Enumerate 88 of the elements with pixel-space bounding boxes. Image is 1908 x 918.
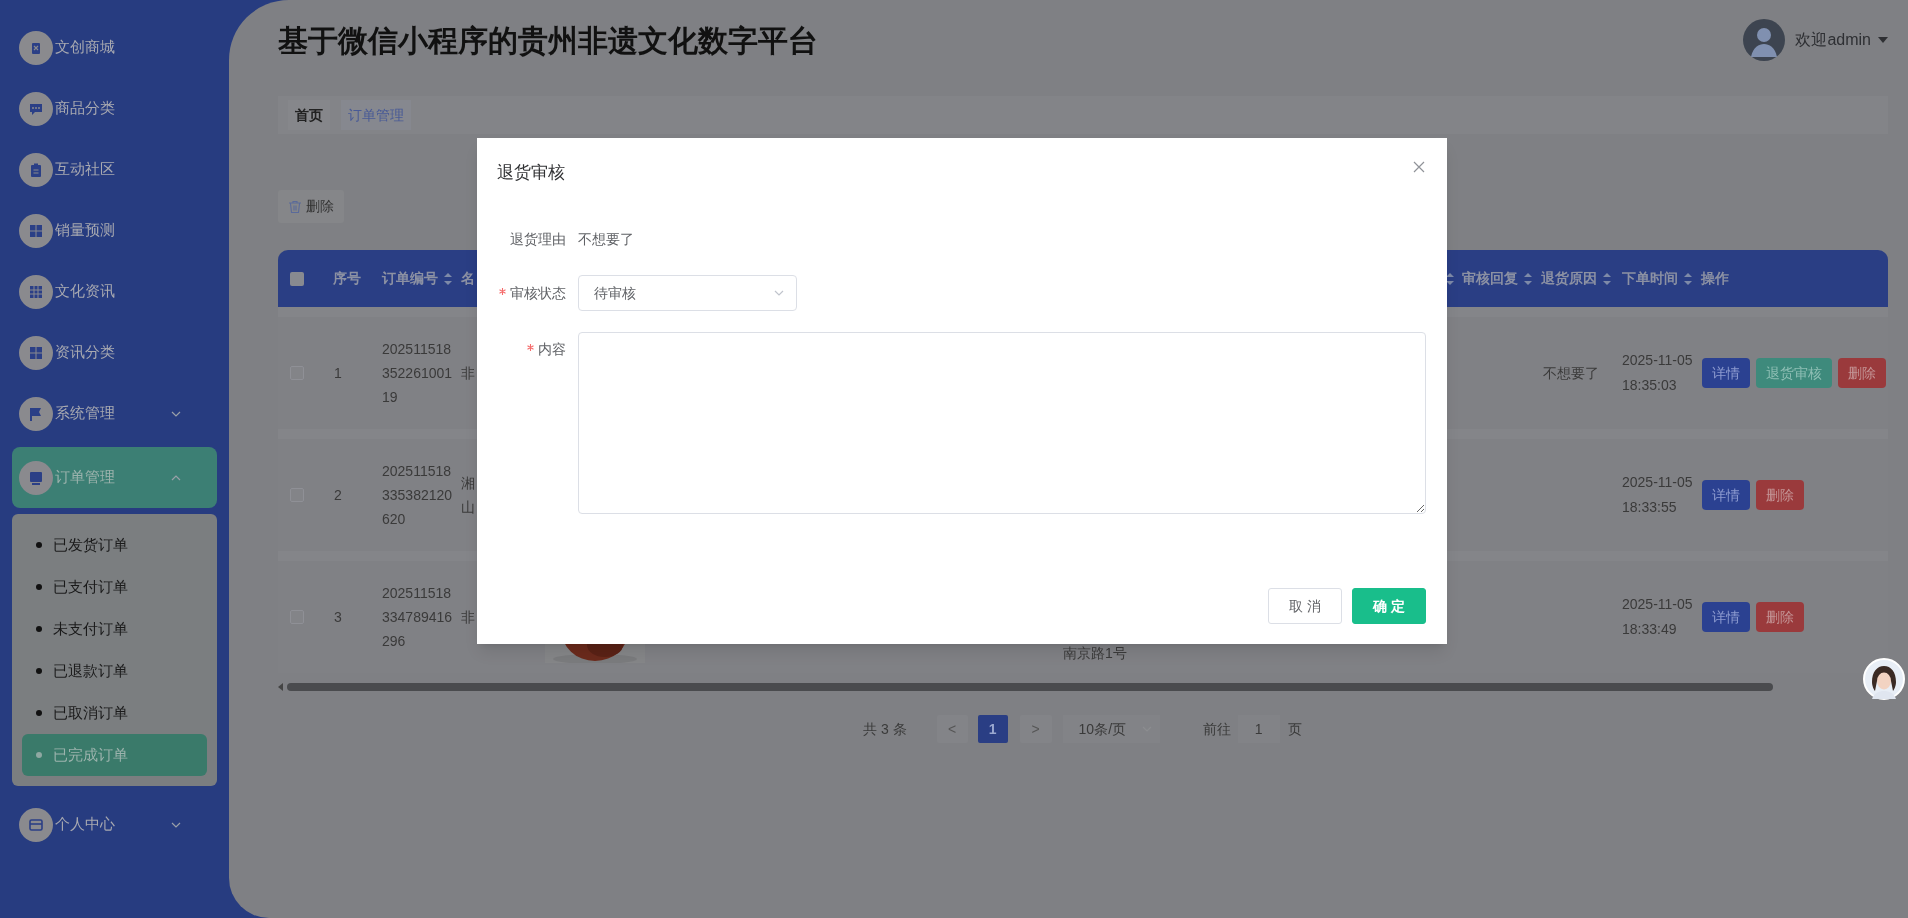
- page-title: 基于微信小程序的贵州非遗文化数字平台: [278, 23, 818, 59]
- sidebar-item[interactable]: 系统管理: [12, 383, 217, 444]
- card-icon: [28, 816, 44, 833]
- content-textarea[interactable]: [578, 332, 1426, 514]
- goto-suffix: 页: [1287, 719, 1302, 739]
- action-button[interactable]: 详情: [1702, 480, 1750, 510]
- sidebar-item[interactable]: 销量预测: [12, 200, 217, 261]
- column-header[interactable]: 退货原因: [1541, 268, 1597, 289]
- table-cell-text: 18:33:49: [1622, 620, 1678, 639]
- table-cell: 不想要了: [1543, 365, 1599, 381]
- cancel-button[interactable]: 取 消: [1268, 588, 1342, 624]
- submenu-item[interactable]: 已取消订单: [22, 692, 207, 734]
- submenu-item[interactable]: 已发货订单: [22, 524, 207, 566]
- field-value: 不想要了: [578, 230, 634, 249]
- clipboard-icon: [28, 161, 44, 178]
- field-label: 退货理由: [510, 229, 566, 249]
- table-cell-text: 202511518334789416296: [382, 584, 454, 651]
- confirm-button[interactable]: 确 定: [1352, 588, 1426, 624]
- dropdown-icon: [1878, 37, 1888, 43]
- scroll-left-icon: [278, 683, 283, 691]
- prev-button[interactable]: <: [936, 715, 968, 743]
- table-cell-text: 18:33:55: [1622, 498, 1678, 517]
- user-name: 欢迎admin: [1795, 30, 1871, 50]
- bullet-icon: [36, 542, 42, 548]
- column-header[interactable]: 序号: [333, 268, 361, 289]
- next-button[interactable]: >: [1019, 715, 1052, 743]
- flag-icon: [28, 405, 44, 422]
- sidebar-item[interactable]: 文创商城: [12, 17, 217, 78]
- chevron-down-icon: [774, 289, 784, 297]
- sidebar-item[interactable]: 互动社区: [12, 139, 217, 200]
- delete-button[interactable]: 删除: [278, 190, 344, 223]
- bullet-icon: [36, 626, 42, 632]
- goto-label: 前往: [1202, 719, 1231, 739]
- sidebar-item[interactable]: 文化资讯: [12, 261, 217, 322]
- column-header[interactable]: 订单编号: [382, 268, 438, 289]
- table-cell-text: 20251151835226100119: [382, 340, 454, 407]
- table-cell: 南京路1号: [1063, 645, 1127, 661]
- monitor-icon: [28, 469, 44, 486]
- close-button[interactable]: [1411, 159, 1427, 175]
- close-icon: [1413, 161, 1425, 173]
- breadcrumb-link[interactable]: 订单管理: [341, 100, 411, 130]
- sidebar-item[interactable]: 个人中心: [12, 794, 217, 855]
- assistant-avatar-icon[interactable]: [1863, 658, 1905, 700]
- action-button[interactable]: 删除: [1756, 480, 1804, 510]
- table-cell-text: 非: [461, 608, 475, 627]
- submenu-item[interactable]: 未支付订单: [22, 608, 207, 650]
- submenu-item[interactable]: 已退款订单: [22, 650, 207, 692]
- field-label: 内容: [538, 339, 566, 359]
- submenu-item[interactable]: 已完成订单: [22, 734, 207, 776]
- table-cell-text: 18:35:03: [1622, 376, 1678, 395]
- scrollbar-thumb[interactable]: [287, 683, 1773, 691]
- table-cell: 1: [334, 365, 342, 381]
- grid-icon: [28, 344, 44, 361]
- column-header[interactable]: 下单时间: [1622, 268, 1678, 289]
- bullet-icon: [36, 668, 42, 674]
- avatar-icon: [1743, 19, 1786, 61]
- table-cell-text: 2025-11-05: [1622, 595, 1694, 614]
- sidebar-item[interactable]: 订单管理: [12, 447, 217, 508]
- column-header[interactable]: 操作: [1701, 268, 1729, 289]
- table-cell: 2: [334, 487, 342, 503]
- action-button[interactable]: 删除: [1756, 602, 1804, 632]
- apps-icon: [28, 283, 44, 300]
- column-header[interactable]: 审核回复: [1462, 268, 1518, 289]
- bullet-icon: [36, 584, 42, 590]
- sidebar-item[interactable]: 资讯分类: [12, 322, 217, 383]
- table-cell-text: 2025-11-05: [1622, 351, 1694, 370]
- field-label: 审核状态: [510, 283, 566, 303]
- bullet-icon: [36, 710, 42, 716]
- trash-icon: [288, 199, 302, 214]
- sidebar-item[interactable]: 商品分类: [12, 78, 217, 139]
- grid-icon: [28, 222, 44, 239]
- submenu-item[interactable]: 已支付订单: [22, 566, 207, 608]
- action-button[interactable]: 退货审核: [1756, 358, 1832, 388]
- table-cell: 3: [334, 609, 342, 625]
- table-cell-text: 2025-11-05: [1622, 473, 1694, 492]
- page-button[interactable]: 1: [977, 715, 1008, 743]
- action-button[interactable]: 详情: [1702, 358, 1750, 388]
- checkbox[interactable]: [290, 271, 304, 286]
- status-select[interactable]: 待审核: [578, 275, 797, 311]
- action-button[interactable]: 删除: [1838, 358, 1886, 388]
- table-cell-text: 非: [461, 364, 475, 383]
- action-button[interactable]: 详情: [1702, 602, 1750, 632]
- table-cell-text: 202511518335382120620: [382, 462, 454, 529]
- column-header[interactable]: 名: [461, 268, 475, 289]
- total-count: 共 3 条: [863, 719, 907, 739]
- bullet-icon: [36, 752, 42, 758]
- table-cell-text: 湘山: [461, 474, 475, 517]
- dialog-title: 退货审核: [497, 162, 565, 185]
